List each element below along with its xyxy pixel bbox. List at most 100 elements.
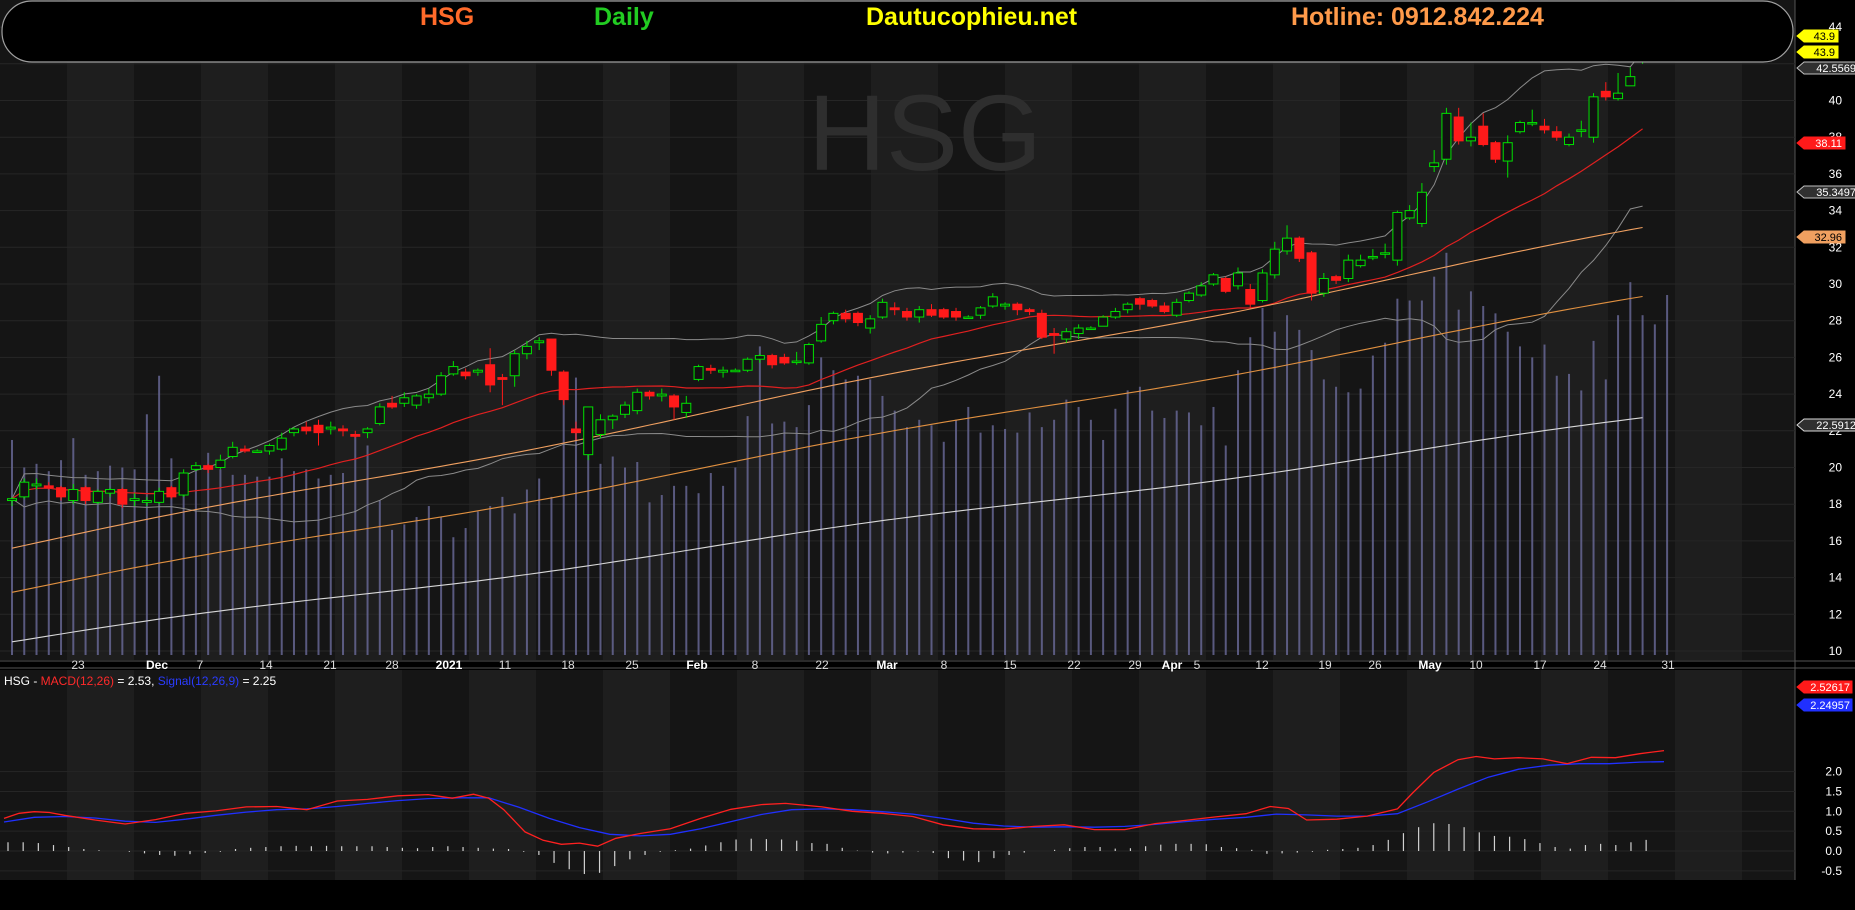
candle-body bbox=[350, 433, 361, 437]
candle-body bbox=[754, 355, 765, 360]
date-tick-label: 10 bbox=[1469, 658, 1483, 672]
volume-bar bbox=[231, 474, 234, 655]
macd-panel-stripe bbox=[1273, 670, 1340, 880]
volume-bar bbox=[1420, 300, 1423, 655]
volume-bar bbox=[440, 517, 443, 655]
volume-bar bbox=[1126, 390, 1129, 655]
date-tick-label: 25 bbox=[625, 658, 639, 672]
volume-bar bbox=[1212, 406, 1215, 655]
candle-body bbox=[558, 371, 569, 401]
candle-body bbox=[301, 426, 312, 432]
candle-body bbox=[1539, 125, 1550, 131]
candle-body bbox=[607, 415, 618, 421]
candle-body bbox=[105, 489, 116, 494]
candle-body bbox=[1061, 331, 1072, 340]
candle-body bbox=[1367, 255, 1378, 259]
candle-body bbox=[1183, 292, 1194, 302]
volume-bar bbox=[648, 502, 651, 655]
volume-bar bbox=[1249, 337, 1252, 655]
candle-body bbox=[901, 311, 912, 318]
candle-body bbox=[1429, 162, 1440, 168]
volume-bar bbox=[194, 465, 197, 655]
macd-tick-label: 0.0 bbox=[1825, 844, 1842, 858]
volume-bar bbox=[464, 528, 467, 655]
price-tick-label: 18 bbox=[1829, 497, 1843, 511]
price-tag-label: 42.5569 bbox=[1816, 63, 1855, 75]
volume-bar bbox=[783, 421, 786, 655]
volume-bar bbox=[881, 395, 884, 655]
volume-bar bbox=[1102, 439, 1105, 655]
volume-bar bbox=[72, 438, 75, 655]
candle-body bbox=[1441, 112, 1452, 160]
macd-panel-stripe bbox=[134, 670, 201, 880]
date-tick-label: 7 bbox=[197, 658, 204, 672]
volume-bar bbox=[1335, 386, 1338, 655]
volume-bar bbox=[1200, 425, 1203, 655]
price-tag: 32.96 bbox=[1796, 230, 1846, 244]
volume-bar bbox=[844, 379, 847, 655]
volume-bar bbox=[1224, 445, 1227, 655]
candle-body bbox=[534, 340, 545, 344]
candle-body bbox=[718, 369, 729, 373]
macd-panel-stripe bbox=[1608, 670, 1675, 880]
macd-tick-label: 1.5 bbox=[1825, 784, 1842, 798]
candle-body bbox=[1122, 303, 1133, 311]
price-panel-stripe bbox=[67, 0, 134, 660]
candle-body bbox=[1257, 272, 1268, 302]
volume-bar bbox=[1555, 375, 1558, 655]
site-name: Dautucophieu.net bbox=[866, 3, 1078, 31]
price-tag-label: 43.9 bbox=[1814, 31, 1835, 43]
volume-bar bbox=[1163, 417, 1166, 655]
candle-body bbox=[779, 356, 790, 364]
candle-body bbox=[938, 309, 949, 318]
date-tick-label: 23 bbox=[71, 658, 85, 672]
candle-body bbox=[1282, 237, 1293, 252]
date-tick-label: 24 bbox=[1593, 658, 1607, 672]
volume-bar bbox=[391, 529, 394, 655]
candle-body bbox=[423, 393, 434, 399]
volume-bar bbox=[1518, 346, 1521, 655]
date-tick-label: Feb bbox=[686, 658, 707, 672]
candle-body bbox=[840, 312, 851, 320]
candle-body bbox=[92, 490, 103, 503]
volume-bar bbox=[1114, 408, 1117, 655]
candle-body bbox=[325, 426, 336, 430]
price-tag-label: 35.3497 bbox=[1816, 187, 1855, 199]
candle-body bbox=[1269, 248, 1280, 276]
volume-bar bbox=[918, 419, 921, 655]
volume-bar bbox=[967, 406, 970, 655]
candle-body bbox=[1588, 96, 1599, 138]
macd-tag: 2.52617 bbox=[1796, 680, 1853, 694]
candle-body bbox=[387, 402, 398, 408]
candle-body bbox=[56, 487, 67, 498]
volume-bar bbox=[1237, 370, 1239, 655]
volume-bar bbox=[1273, 331, 1276, 655]
price-tag: 35.3497 bbox=[1796, 185, 1855, 199]
volume-bar bbox=[1457, 309, 1460, 655]
candle-body bbox=[1049, 333, 1060, 336]
candle-body bbox=[43, 485, 54, 489]
volume-bar bbox=[1641, 315, 1644, 655]
volume-bar bbox=[734, 467, 737, 655]
candle-body bbox=[31, 483, 42, 487]
candle-body bbox=[816, 323, 827, 342]
volume-bar bbox=[1617, 315, 1620, 655]
macd-panel-stripe bbox=[670, 670, 737, 880]
candle-body bbox=[68, 489, 79, 502]
volume-bar bbox=[1040, 427, 1043, 655]
volume-bar bbox=[1408, 300, 1411, 655]
candle-body bbox=[1147, 300, 1158, 307]
volume-bar bbox=[955, 419, 958, 655]
volume-bar bbox=[1384, 342, 1387, 655]
candle-body bbox=[166, 487, 177, 498]
date-tick-label: 8 bbox=[752, 658, 759, 672]
volume-bar bbox=[1580, 390, 1583, 655]
volume-bar bbox=[942, 441, 945, 655]
ticker-watermark: HSG bbox=[808, 72, 1042, 193]
candle-body bbox=[338, 428, 349, 432]
volume-bar bbox=[1445, 252, 1448, 655]
candle-body bbox=[141, 500, 152, 503]
candle-body bbox=[436, 375, 447, 395]
candle-body bbox=[889, 307, 900, 311]
macd-panel-stripe bbox=[1675, 670, 1742, 880]
